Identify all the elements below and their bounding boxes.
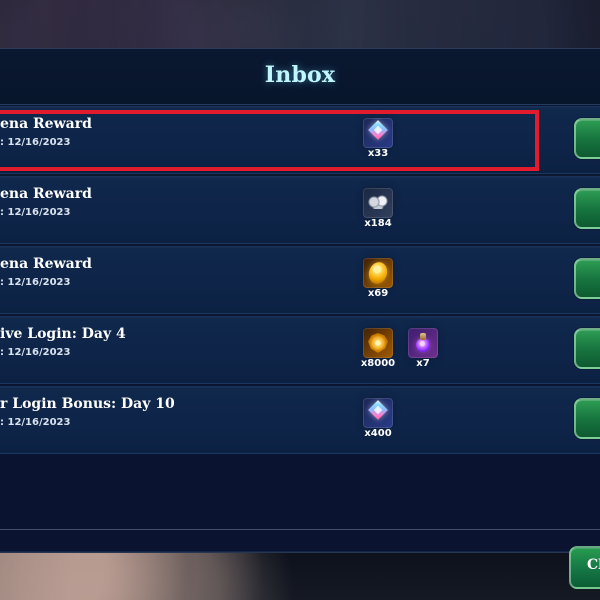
message-date: : 12/16/2023: [0, 418, 71, 428]
bronze-medal-icon: [363, 328, 393, 358]
message-title: ena Reward: [0, 257, 92, 271]
claim-button[interactable]: [574, 328, 600, 369]
message-title: ena Reward: [0, 187, 92, 201]
reward-item: x69: [358, 258, 398, 304]
inbox-title: Inbox: [264, 62, 336, 88]
reward-quantity: x400: [364, 428, 392, 439]
background-bottom: [0, 550, 600, 600]
reward-quantity: x184: [364, 218, 392, 229]
gem-icon: [363, 398, 393, 428]
reward-item: x33: [358, 118, 398, 164]
message-title: r Login Bonus: Day 10: [0, 397, 175, 411]
message-row[interactable]: ive Login: Day 4 : 12/16/2023 x8000 x7: [0, 316, 600, 384]
background-top: [0, 0, 600, 52]
footer-divider: [0, 529, 600, 530]
reward-item: x400: [358, 398, 398, 444]
gem-icon: [363, 118, 393, 148]
message-title: ena Reward: [0, 117, 92, 131]
message-title: ive Login: Day 4: [0, 327, 126, 341]
message-list: ena Reward : 12/16/2023 x33 ena Reward :…: [0, 106, 600, 461]
message-date: : 12/16/2023: [0, 208, 71, 218]
game-screen: Inbox ena Reward : 12/16/2023 x33 ena Re…: [0, 0, 600, 600]
message-row[interactable]: r Login Bonus: Day 10 : 12/16/2023 x400: [0, 386, 600, 454]
silver-ore-icon: [363, 188, 393, 218]
message-row[interactable]: ena Reward : 12/16/2023 x184: [0, 176, 600, 244]
purple-potion-icon: [408, 328, 438, 358]
inbox-panel: Inbox ena Reward : 12/16/2023 x33 ena Re…: [0, 48, 600, 589]
inbox-header: Inbox: [0, 49, 600, 105]
message-row[interactable]: ena Reward : 12/16/2023 x33: [0, 106, 600, 174]
reward-item: x8000: [358, 328, 398, 374]
reward-quantity: x33: [367, 148, 389, 159]
message-row[interactable]: ena Reward : 12/16/2023 x69: [0, 246, 600, 314]
close-button[interactable]: Cl: [569, 546, 600, 589]
reward-quantity: x7: [416, 358, 430, 369]
claim-button[interactable]: [574, 398, 600, 439]
reward-item: x7: [403, 328, 443, 374]
reward-quantity: x69: [367, 288, 389, 299]
message-date: : 12/16/2023: [0, 138, 71, 148]
claim-button[interactable]: [574, 188, 600, 229]
claim-button[interactable]: [574, 118, 600, 159]
gold-coin-icon: [363, 258, 393, 288]
reward-quantity: x8000: [360, 358, 396, 369]
claim-button[interactable]: [574, 258, 600, 299]
message-date: : 12/16/2023: [0, 278, 71, 288]
message-date: : 12/16/2023: [0, 348, 71, 358]
reward-item: x184: [358, 188, 398, 234]
